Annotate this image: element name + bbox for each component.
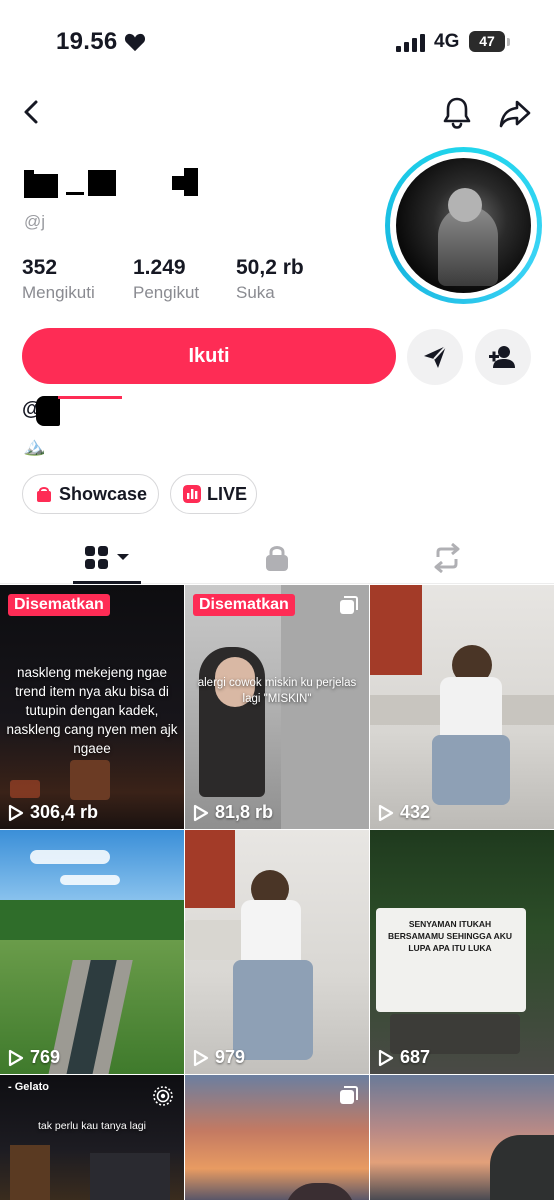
play-icon (193, 1049, 209, 1066)
view-count-value: 81,8 rb (215, 802, 274, 822)
video-tile[interactable]: 979 (185, 830, 369, 1074)
view-count: 687 (378, 1047, 430, 1068)
follow-button[interactable]: Ikuti (22, 328, 396, 384)
video-tile[interactable]: Disematkan naskleng mekejeng ngae trend … (0, 585, 184, 829)
tab-reposts[interactable] (370, 534, 554, 584)
stat-value: 50,2 rb (236, 256, 304, 279)
battery-icon: 47 (469, 31, 505, 52)
shopping-bag-icon (37, 487, 51, 502)
tab-private[interactable] (185, 534, 369, 584)
live-label: LIVE (207, 484, 248, 504)
username: @j (24, 212, 46, 231)
tab-videos[interactable] (0, 534, 184, 584)
add-user-icon (489, 346, 515, 368)
play-icon (8, 1049, 24, 1066)
stat-label: Suka (236, 283, 275, 302)
video-tile[interactable]: - Gelato tak perlu kau tanya lagi (0, 1075, 184, 1200)
pinned-badge: Disematkan (193, 594, 295, 616)
showcase-label: Showcase (59, 484, 148, 504)
video-caption: alergi cowok miskin ku perjelas lagi "MI… (197, 677, 357, 705)
video-tile[interactable]: SENYAMAN ITUKAH BERSAMAMU SEHINGGA AKU L… (370, 830, 554, 1074)
back-icon[interactable] (18, 98, 46, 126)
live-button[interactable]: LIVE (170, 474, 257, 514)
play-icon (378, 1049, 394, 1066)
view-count: 979 (193, 1047, 245, 1068)
display-name (22, 168, 222, 198)
live-photo-icon (153, 1086, 173, 1106)
view-count-value: 432 (400, 802, 431, 822)
avatar-story-ring[interactable] (385, 147, 542, 304)
bell-icon[interactable] (441, 96, 473, 130)
video-tile[interactable]: 769 (0, 830, 184, 1074)
share-icon[interactable] (498, 98, 532, 130)
stat-value: 352 (22, 256, 58, 279)
stat-value: 1.249 (133, 256, 186, 279)
view-count: 432 (378, 802, 430, 823)
play-icon (378, 804, 394, 821)
heart-icon (124, 33, 146, 52)
video-tile[interactable]: Disematkan alergi cowok miskin ku perjel… (185, 585, 369, 829)
view-count-value: 769 (30, 1047, 61, 1067)
stat-followers[interactable]: 1.249 Pengikut (133, 256, 199, 303)
bio-emoji: 🏔️ (23, 436, 46, 456)
video-tile[interactable] (185, 1075, 369, 1200)
signal-icon (396, 34, 425, 52)
stat-following[interactable]: 352 Mengikuti (22, 256, 95, 303)
lock-icon (266, 546, 288, 571)
status-time: 19.56 (56, 28, 118, 55)
network-label: 4G (434, 31, 460, 52)
video-tile[interactable] (370, 1075, 554, 1200)
avatar (396, 158, 531, 293)
view-count: 769 (8, 1047, 60, 1068)
photo-stack-icon (340, 596, 358, 614)
truck-text: SENYAMAN ITUKAH BERSAMAMU SEHINGGA AKU L… (387, 919, 513, 953)
video-caption: tak perlu kau tanya lagi (38, 1120, 146, 1132)
play-icon (193, 804, 209, 821)
grid-icon (85, 546, 129, 569)
status-bar: 19.56 4G 47 (0, 0, 554, 84)
play-icon (8, 804, 24, 821)
repost-icon (434, 543, 460, 573)
send-icon (424, 345, 447, 368)
stat-label: Mengikuti (22, 283, 95, 302)
showcase-button[interactable]: Showcase (22, 474, 159, 514)
video-tile[interactable]: 432 (370, 585, 554, 829)
active-tab-indicator (73, 581, 141, 584)
profile-tabs (0, 534, 554, 584)
pinned-badge: Disematkan (8, 594, 110, 616)
live-icon (183, 485, 201, 503)
stat-label: Pengikut (133, 283, 200, 302)
view-count-value: 306,4 rb (30, 802, 99, 822)
add-friend-button[interactable] (475, 329, 531, 385)
photo-stack-icon (340, 1086, 358, 1104)
view-count-value: 979 (215, 1047, 246, 1067)
stat-likes[interactable]: 50,2 rb Suka (236, 256, 304, 303)
battery-cap (507, 38, 510, 46)
view-count: 81,8 rb (193, 802, 273, 823)
view-count-value: 687 (400, 1047, 431, 1067)
video-caption: naskleng mekejeng ngae trend item nya ak… (6, 665, 178, 756)
bio-text: @ (22, 396, 122, 426)
view-count: 306,4 rb (8, 802, 98, 823)
shop-sign-text: - Gelato (8, 1081, 49, 1093)
message-button[interactable] (407, 329, 463, 385)
